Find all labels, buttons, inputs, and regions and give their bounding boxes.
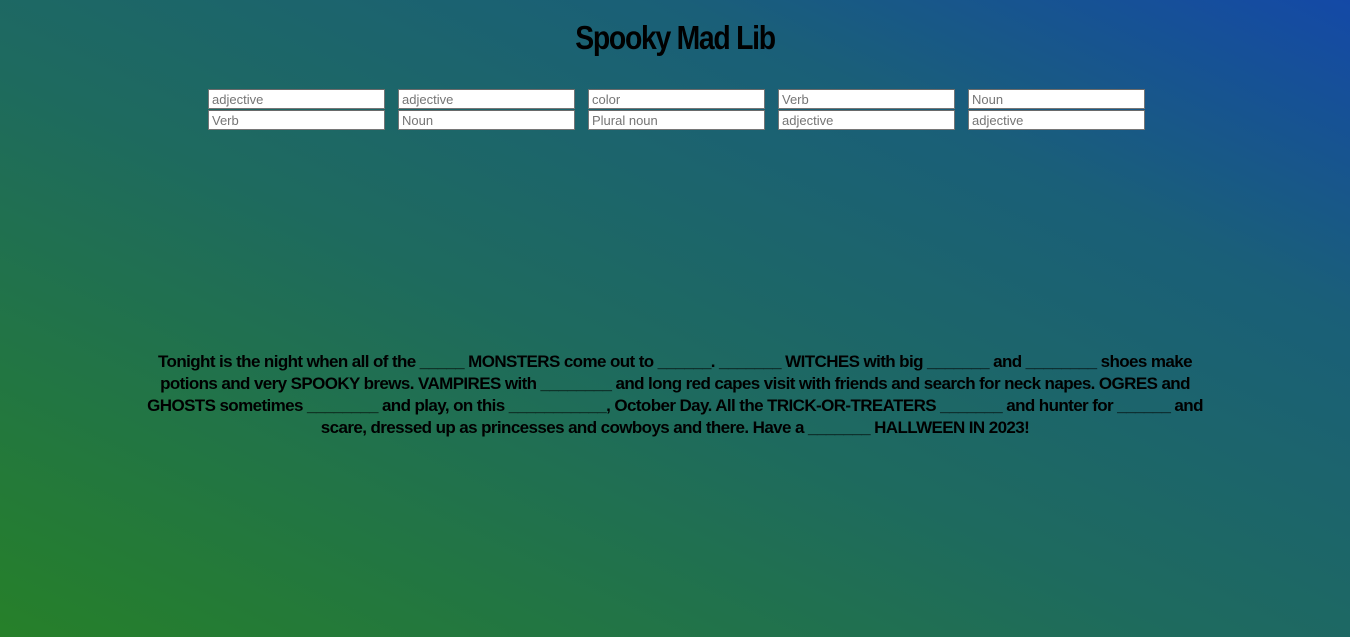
input-verb-1[interactable]	[778, 89, 955, 109]
input-plural-noun[interactable]	[588, 110, 765, 130]
story-body: Tonight is the night when all of the ___…	[147, 352, 1203, 437]
input-noun-2[interactable]	[398, 110, 575, 130]
input-adjective-2[interactable]	[398, 89, 575, 109]
page-title: Spooky Mad Lib	[575, 19, 776, 56]
input-verb-2[interactable]	[208, 110, 385, 130]
input-adjective-3[interactable]	[778, 110, 955, 130]
story-text: Tonight is the night when all of the ___…	[130, 351, 1220, 439]
input-adjective-1[interactable]	[208, 89, 385, 109]
input-color[interactable]	[588, 89, 765, 109]
input-noun-1[interactable]	[968, 89, 1145, 109]
word-inputs-grid	[208, 89, 1148, 130]
input-adjective-4[interactable]	[968, 110, 1145, 130]
